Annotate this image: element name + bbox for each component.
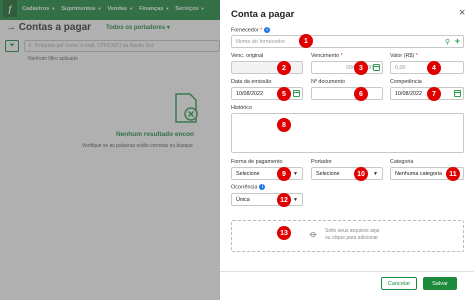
- n-documento-label: Nº documento: [311, 79, 346, 85]
- forma-pagamento-select[interactable]: Selecione ▼: [231, 167, 303, 180]
- calendar-icon[interactable]: [373, 64, 380, 71]
- ocorrencia-select[interactable]: Única ▼: [231, 193, 303, 206]
- annotation-badge-8: 8: [277, 118, 291, 132]
- ocorrencia-label: Ocorrência i: [231, 184, 266, 190]
- annotation-badge-11: 11: [446, 167, 460, 181]
- info-icon[interactable]: i: [264, 27, 271, 33]
- fornecedor-label: Fornecedor * i: [231, 27, 271, 33]
- annotation-badge-2: 2: [277, 61, 291, 75]
- annotation-badge-5: 5: [277, 87, 291, 101]
- modal-overlay[interactable]: [0, 0, 220, 300]
- data-emissao-field[interactable]: 10/08/2022: [231, 87, 303, 100]
- fornecedor-input[interactable]: Nome do fornecedor ⚲ +: [231, 35, 464, 48]
- data-emissao-label: Data da emissão: [231, 79, 272, 85]
- annotation-badge-4: 4: [427, 61, 441, 75]
- historico-textarea[interactable]: [231, 113, 464, 153]
- annotation-badge-13: 13: [277, 226, 291, 240]
- save-button[interactable]: Salvar: [423, 277, 457, 290]
- info-icon[interactable]: i: [259, 184, 266, 190]
- footer-divider: [220, 271, 474, 272]
- cancel-button[interactable]: Cancelar: [381, 277, 417, 290]
- chevron-down-icon: ▼: [293, 171, 298, 177]
- annotation-badge-10: 10: [354, 167, 368, 181]
- competencia-label: Competência: [390, 79, 422, 85]
- forma-pagamento-label: Forma de pagamento: [231, 159, 283, 165]
- historico-label: Histórico: [231, 105, 252, 111]
- annotation-badge-6: 6: [354, 87, 368, 101]
- vencimento-label: Vencimento *: [311, 53, 343, 59]
- search-icon[interactable]: ⚲: [445, 38, 450, 46]
- annotation-badge-7: 7: [427, 87, 441, 101]
- valor-label: Valor (R$) *: [390, 53, 418, 59]
- annotation-badge-9: 9: [277, 167, 291, 181]
- portador-select[interactable]: Selecione ▼: [311, 167, 383, 180]
- n-documento-field[interactable]: [311, 87, 383, 100]
- dropzone-text: Solte seus arquivos aqui ou clique para a…: [325, 228, 380, 241]
- venc-original-label: Venc. original: [231, 53, 264, 59]
- categoria-label: Categoria: [390, 159, 414, 165]
- close-icon[interactable]: ×: [459, 7, 465, 19]
- annotation-badge-12: 12: [277, 193, 291, 207]
- add-icon[interactable]: +: [455, 36, 460, 46]
- panel-title: Conta a pagar: [231, 9, 295, 20]
- calendar-icon[interactable]: [293, 90, 300, 97]
- chevron-down-icon: ▼: [373, 171, 378, 177]
- calendar-icon[interactable]: [454, 90, 461, 97]
- venc-original-field: [231, 61, 303, 74]
- annotation-badge-3: 3: [354, 61, 368, 75]
- chevron-down-icon: ▼: [293, 197, 298, 203]
- portador-label: Portador: [311, 159, 332, 165]
- vencimento-field[interactable]: 00/00/0000: [311, 61, 383, 74]
- annotation-badge-1: 1: [299, 34, 313, 48]
